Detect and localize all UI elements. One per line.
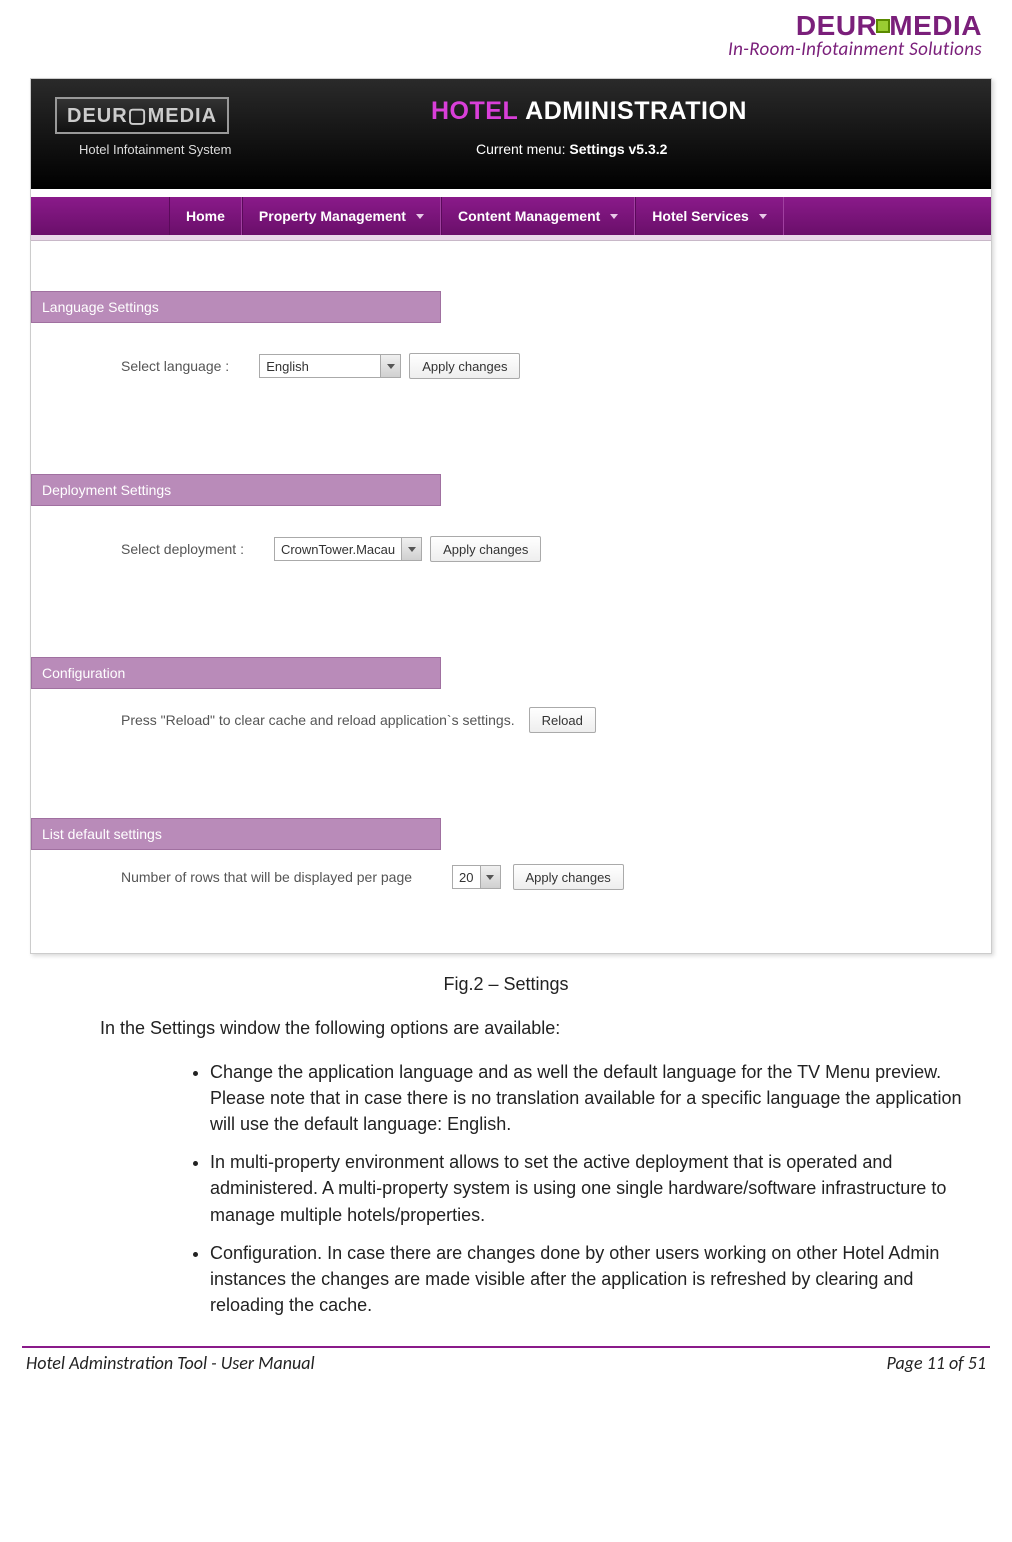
app-title-part2: ADMINISTRATION: [525, 97, 747, 125]
app-title: HOTEL ADMINISTRATION: [431, 97, 747, 126]
language-select-value: English: [260, 359, 380, 374]
apply-rows-button[interactable]: Apply changes: [513, 864, 624, 890]
brand-tagline: In-Room-Infotainment Solutions: [0, 38, 982, 61]
configuration-text: Press "Reload" to clear cache and reload…: [121, 712, 515, 728]
dropdown-button[interactable]: [480, 866, 500, 888]
nav-underline: [31, 235, 991, 241]
nav-label: Home: [186, 208, 225, 224]
language-settings-heading: Language Settings: [31, 291, 441, 323]
bullet-item: In multi-property environment allows to …: [210, 1149, 972, 1227]
apply-language-button[interactable]: Apply changes: [409, 353, 520, 379]
app-logo-block: DEUR▢MEDIA Hotel Infotainment System: [31, 79, 231, 157]
chevron-down-icon: [759, 214, 767, 219]
navbar: Home Property Management Content Managem…: [31, 197, 991, 235]
chevron-down-icon: [416, 214, 424, 219]
bullet-item: Change the application language and as w…: [210, 1059, 972, 1137]
select-language-label: Select language :: [121, 358, 229, 374]
brand-name-post: MEDIA: [889, 10, 982, 41]
deployment-select-value: CrownTower.Macau: [275, 542, 401, 557]
rows-per-page-select[interactable]: 20: [452, 865, 500, 889]
reload-button[interactable]: Reload: [529, 707, 596, 733]
bullet-item: Configuration. In case there are changes…: [210, 1240, 972, 1318]
chevron-down-icon: [387, 364, 395, 369]
app-header: DEUR▢MEDIA Hotel Infotainment System HOT…: [31, 79, 991, 189]
doc-body: In the Settings window the following opt…: [0, 1015, 1012, 1318]
footer-right: Page 11 of 51: [886, 1352, 986, 1374]
app-screenshot: DEUR▢MEDIA Hotel Infotainment System HOT…: [30, 78, 992, 954]
app-logo: DEUR▢MEDIA: [55, 97, 229, 134]
page-footer: Hotel Adminstration Tool - User Manual P…: [0, 1348, 1012, 1392]
nav-label: Hotel Services: [652, 208, 749, 224]
configuration-heading: Configuration: [31, 657, 441, 689]
app-title-part1: HOTEL: [431, 97, 518, 125]
current-menu-label: Current menu:: [476, 141, 565, 157]
figure-caption: Fig.2 – Settings: [0, 974, 1012, 995]
nav-home[interactable]: Home: [169, 197, 242, 235]
language-select[interactable]: English: [259, 354, 401, 378]
deployment-select[interactable]: CrownTower.Macau: [274, 537, 422, 561]
dropdown-button[interactable]: [401, 538, 421, 560]
dropdown-button[interactable]: [380, 355, 400, 377]
app-logo-subtitle: Hotel Infotainment System: [79, 142, 231, 157]
rows-per-page-value: 20: [453, 870, 479, 885]
nav-property-management[interactable]: Property Management: [242, 197, 441, 235]
chevron-down-icon: [408, 547, 416, 552]
list-default-settings-heading: List default settings: [31, 818, 441, 850]
apply-deployment-button[interactable]: Apply changes: [430, 536, 541, 562]
deployment-settings-heading: Deployment Settings: [31, 474, 441, 506]
footer-left: Hotel Adminstration Tool - User Manual: [26, 1352, 315, 1374]
brand-name-pre: DEUR: [796, 10, 877, 41]
rows-per-page-label: Number of rows that will be displayed pe…: [121, 869, 412, 885]
chevron-down-icon: [610, 214, 618, 219]
nav-label: Property Management: [259, 208, 406, 224]
doc-bullets: Change the application language and as w…: [100, 1059, 972, 1318]
nav-content-management[interactable]: Content Management: [441, 197, 635, 235]
select-deployment-label: Select deployment :: [121, 541, 244, 557]
chevron-down-icon: [486, 875, 494, 880]
current-menu-value: Settings v5.3.2: [569, 141, 667, 157]
nav-label: Content Management: [458, 208, 600, 224]
doc-intro: In the Settings window the following opt…: [100, 1015, 972, 1041]
nav-hotel-services[interactable]: Hotel Services: [635, 197, 784, 235]
page-brand: DEUR MEDIA In-Room-Infotainment Solutions: [0, 0, 1012, 66]
current-menu: Current menu: Settings v5.3.2: [476, 141, 667, 157]
nav-spacer: [31, 197, 169, 235]
